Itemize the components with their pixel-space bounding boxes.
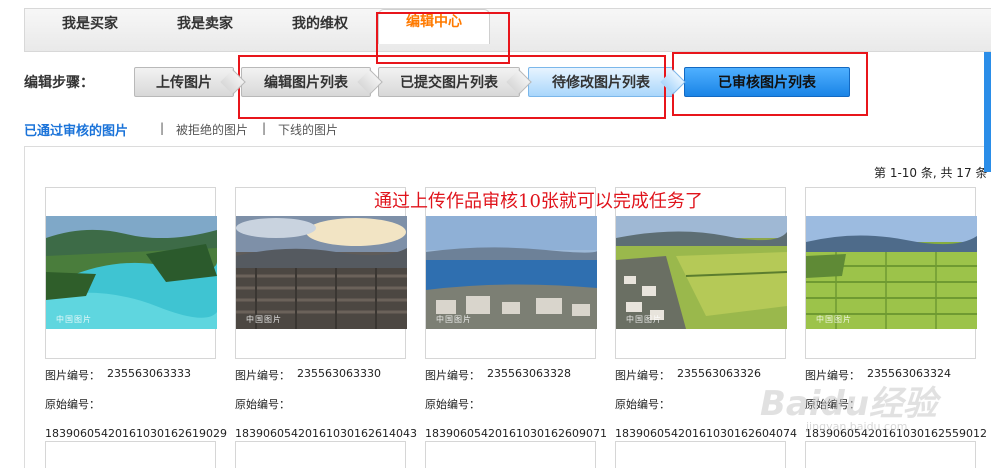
page: 我是买家 我是卖家 我的维权 编辑中心 编辑步骤： 上传图片 编辑图片列表 已提… (0, 0, 991, 468)
thumbnail-image[interactable]: 中国图片 (236, 216, 407, 329)
photo-fields-village-icon (616, 216, 787, 329)
orig-id-value: 18390605420161030162604074 (615, 427, 797, 440)
orig-id-label: 原始编号： (45, 398, 100, 411)
orig-id-label: 原始编号： (615, 398, 670, 411)
image-card[interactable]: 中国图片 (805, 187, 977, 359)
pic-id-label: 图片编号： (45, 369, 100, 382)
image-card[interactable] (805, 441, 976, 468)
image-card[interactable] (45, 441, 216, 468)
baidu-watermark-url: jingyan.baidu.com (806, 420, 908, 433)
image-card[interactable]: 中国图片 (45, 187, 217, 359)
orig-id-value: 18390605420161030162619029 (45, 427, 227, 440)
step-upload[interactable]: 上传图片 (134, 67, 246, 97)
image-card[interactable] (425, 441, 596, 468)
pic-id-value: 235563063333 (107, 367, 191, 380)
tab-buyer[interactable]: 我是买家 (38, 12, 142, 44)
filter-approved[interactable]: 已通过审核的图片 (24, 120, 128, 139)
orig-id-label: 原始编号： (235, 398, 290, 411)
orig-id-value: 18390605420161030162614043 (235, 427, 417, 440)
pic-id-value: 235563063330 (297, 367, 381, 380)
filter-offline[interactable]: 下线的图片 (278, 121, 338, 138)
watermark: 中国图片 (56, 315, 92, 324)
pic-id-label: 图片编号： (615, 369, 670, 382)
orig-id-value: 18390605420161030162609071 (425, 427, 607, 440)
pic-id-label: 图片编号： (425, 369, 480, 382)
photo-lake-icon (46, 216, 217, 329)
watermark: 中国图片 (436, 315, 472, 324)
photo-lakeside-icon (426, 216, 597, 329)
step-upload-label: 上传图片 (156, 75, 212, 91)
orig-id-label: 原始编号： (425, 398, 480, 411)
filter-rejected[interactable]: 被拒绝的图片 (176, 121, 248, 138)
watermark: 中国图片 (246, 315, 282, 324)
steps-label: 编辑步骤： (24, 75, 94, 91)
photo-wetlands-icon (806, 216, 977, 329)
filter-separator: | (160, 121, 165, 135)
image-card[interactable] (615, 441, 786, 468)
pager-info: 第 1-10 条, 共 17 条 (874, 166, 988, 180)
watermark: 中国图片 (816, 315, 852, 324)
image-card[interactable] (235, 441, 406, 468)
pic-id-value: 235563063326 (677, 367, 761, 380)
thumbnail-image[interactable]: 中国图片 (46, 216, 217, 329)
baidu-watermark: Baidu经验 (760, 384, 938, 424)
pic-id-value: 235563063328 (487, 367, 571, 380)
scrollbar[interactable] (984, 52, 991, 172)
annotation-box-steps (238, 55, 666, 119)
pic-id-label: 图片编号： (235, 369, 290, 382)
tab-rights[interactable]: 我的维权 (268, 12, 372, 44)
photo-old-town-icon (236, 216, 407, 329)
watermark: 中国图片 (626, 315, 662, 324)
thumbnail-image[interactable]: 中国图片 (806, 216, 977, 329)
thumbnail-image[interactable]: 中国图片 (616, 216, 787, 329)
annotation-text: 通过上传作品审核10张就可以完成任务了 (374, 191, 703, 212)
annotation-box-current-step (672, 52, 868, 116)
filter-separator: | (262, 121, 267, 135)
thumbnail-image[interactable]: 中国图片 (426, 216, 597, 329)
tab-seller[interactable]: 我是卖家 (152, 12, 258, 44)
